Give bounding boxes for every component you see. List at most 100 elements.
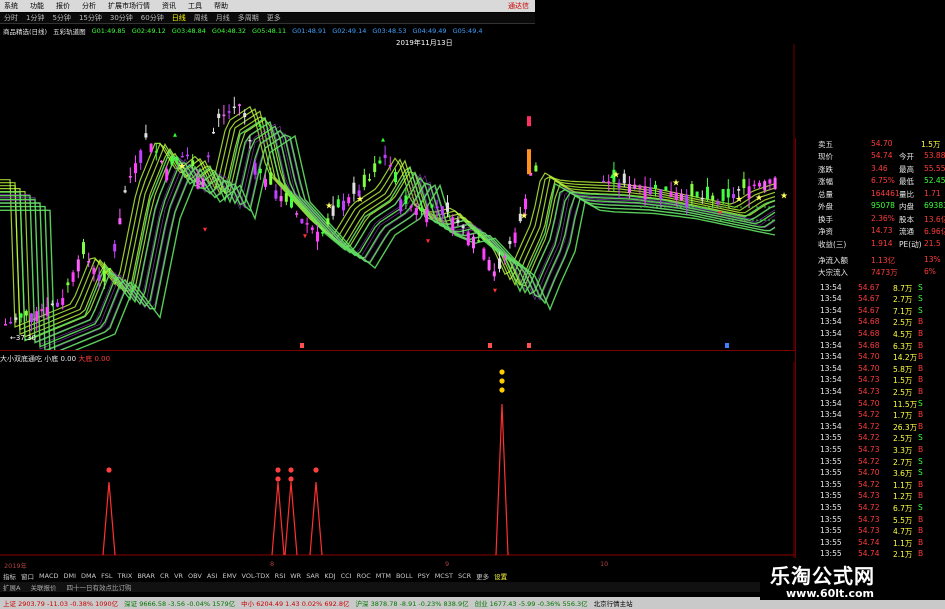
indicator-tab[interactable]: CCI: [341, 572, 352, 580]
main-candlestick-chart[interactable]: ★ ★ ★ ★ ★ ★ ★ ★ ★ ←37.30: [0, 44, 795, 350]
indicator-tab[interactable]: BOLL: [396, 572, 413, 580]
info-item: 五彩轨道图: [53, 28, 86, 36]
indicator-tab[interactable]: CR: [160, 572, 169, 580]
indicator-tab[interactable]: 更多: [476, 571, 489, 581]
candle-body: [394, 171, 397, 183]
indicator-tab[interactable]: RSI: [275, 572, 286, 580]
candle-body: [373, 163, 377, 172]
tick-price: 54.74: [858, 537, 880, 547]
menu-item[interactable]: 帮助: [214, 1, 228, 11]
indicator-tab[interactable]: SAR: [306, 572, 319, 580]
indicator-tab[interactable]: SCR: [458, 572, 471, 580]
signal-spike: [495, 403, 509, 556]
candle-body: [243, 113, 247, 118]
indicator-tab[interactable]: BRAR: [137, 572, 155, 580]
indicator-tab[interactable]: WR: [290, 572, 301, 580]
indicator-tab[interactable]: 窗口: [21, 571, 34, 581]
indicator-tab[interactable]: DMI: [63, 572, 76, 580]
menu-close[interactable]: 通达信: [508, 1, 529, 11]
period-tab[interactable]: 15分钟: [79, 13, 102, 23]
status-item: 中小 6204.49 1.43 0.02% 692.8亿: [241, 600, 350, 608]
candle-body: [170, 156, 174, 165]
candle-body: [227, 111, 231, 113]
signal-dot: [499, 387, 505, 393]
candle-body: [134, 163, 137, 174]
candle-body: [222, 114, 226, 117]
menu-item[interactable]: 扩展市场行情: [108, 1, 150, 11]
indicator-tab[interactable]: DMA: [81, 572, 96, 580]
candle-body: [638, 185, 642, 189]
period-tab[interactable]: 分时: [4, 13, 18, 23]
status-item: 上证 2903.79 -11.03 -0.38% 1090亿: [3, 600, 119, 608]
candle-body: [513, 232, 517, 243]
indicator-tab[interactable]: ROC: [357, 572, 371, 580]
indicator-tab[interactable]: ASI: [207, 572, 218, 580]
star-marker: ★: [178, 162, 186, 172]
period-tab[interactable]: 1分钟: [26, 13, 44, 23]
tick-dir: S: [918, 282, 923, 292]
tick-time: 13:54: [820, 398, 842, 408]
sell-arrow: [303, 234, 307, 239]
candle-body: [752, 184, 756, 187]
menu-item[interactable]: 分析: [82, 1, 96, 11]
tick-price: 54.70: [858, 468, 880, 478]
tick-vol: 11.5万: [893, 399, 918, 409]
indicator-tab[interactable]: MCST: [435, 572, 453, 580]
bottom-tab[interactable]: 四十一日有效点比订购: [66, 582, 131, 592]
tick-row: 13:55 54.70 3.6万 S: [796, 467, 945, 479]
indicator-tab[interactable]: VR: [174, 572, 183, 580]
period-tab[interactable]: 5分钟: [52, 13, 70, 23]
tick-dir: S: [918, 468, 923, 478]
low-label: ←37.30: [10, 334, 36, 342]
signal-dot: [106, 467, 112, 473]
candle-body: [45, 306, 49, 316]
quote-label: 涨幅: [818, 177, 833, 186]
tick-row: 13:55 54.74 1.1万 B: [796, 537, 945, 549]
candle-body: [711, 195, 715, 201]
indicator-chart[interactable]: [0, 362, 795, 558]
sell-arrow: [426, 239, 430, 244]
tick-row: 13:54 54.73 2.5万 B: [796, 386, 945, 398]
tick-price: 54.68: [858, 317, 880, 327]
bottom-tab[interactable]: 关联报价: [30, 582, 56, 592]
candle-body: [362, 174, 366, 187]
tick-row: 13:54 54.68 4.5万 B: [796, 328, 945, 340]
menu-item[interactable]: 功能: [30, 1, 44, 11]
period-tab[interactable]: 周线: [194, 13, 208, 23]
period-tab[interactable]: 多周期: [238, 13, 259, 23]
indicator-tab[interactable]: MTM: [376, 572, 391, 580]
indicator-tab[interactable]: OBV: [188, 572, 202, 580]
tick-vol: 26.3万: [893, 422, 918, 432]
indicator-tab[interactable]: TRIX: [117, 572, 132, 580]
candle-body: [165, 168, 169, 181]
quote-label2: 最低: [899, 177, 914, 186]
period-tab[interactable]: 60分钟: [141, 13, 164, 23]
menu-item[interactable]: 资讯: [162, 1, 176, 11]
candle-body: [258, 168, 262, 174]
tick-time: 13:55: [820, 433, 842, 443]
menu-item[interactable]: 系统: [4, 1, 18, 11]
indicator-tab[interactable]: EMV: [222, 572, 236, 580]
period-tab[interactable]: 更多: [267, 13, 281, 23]
period-tab[interactable]: 月线: [216, 13, 230, 23]
period-tab[interactable]: 日线: [172, 13, 186, 23]
menu-item[interactable]: 报价: [56, 1, 70, 11]
candle-body: [628, 184, 631, 193]
info-item: 商品精选(日线): [3, 28, 48, 36]
bottom-tab[interactable]: 扩展A: [3, 582, 20, 592]
signal-dot: [275, 476, 281, 482]
indicator-tab[interactable]: 指标: [3, 571, 16, 581]
indicator-tab[interactable]: MACD: [39, 572, 58, 580]
indicator-tab[interactable]: KDJ: [324, 572, 335, 580]
indicator-tab[interactable]: FSL: [101, 572, 112, 580]
menu-item[interactable]: 工具: [188, 1, 202, 11]
indicator-tab[interactable]: 设置: [494, 571, 507, 581]
tick-vol: 2.7万: [893, 295, 913, 305]
period-tab[interactable]: 30分钟: [110, 13, 133, 23]
candle-body: [342, 200, 345, 211]
candle-body: [440, 206, 444, 215]
ma-line: [0, 116, 776, 338]
tick-dir: B: [918, 549, 924, 559]
indicator-tab[interactable]: PSY: [418, 572, 430, 580]
indicator-tab[interactable]: VOL-TDX: [242, 572, 270, 580]
